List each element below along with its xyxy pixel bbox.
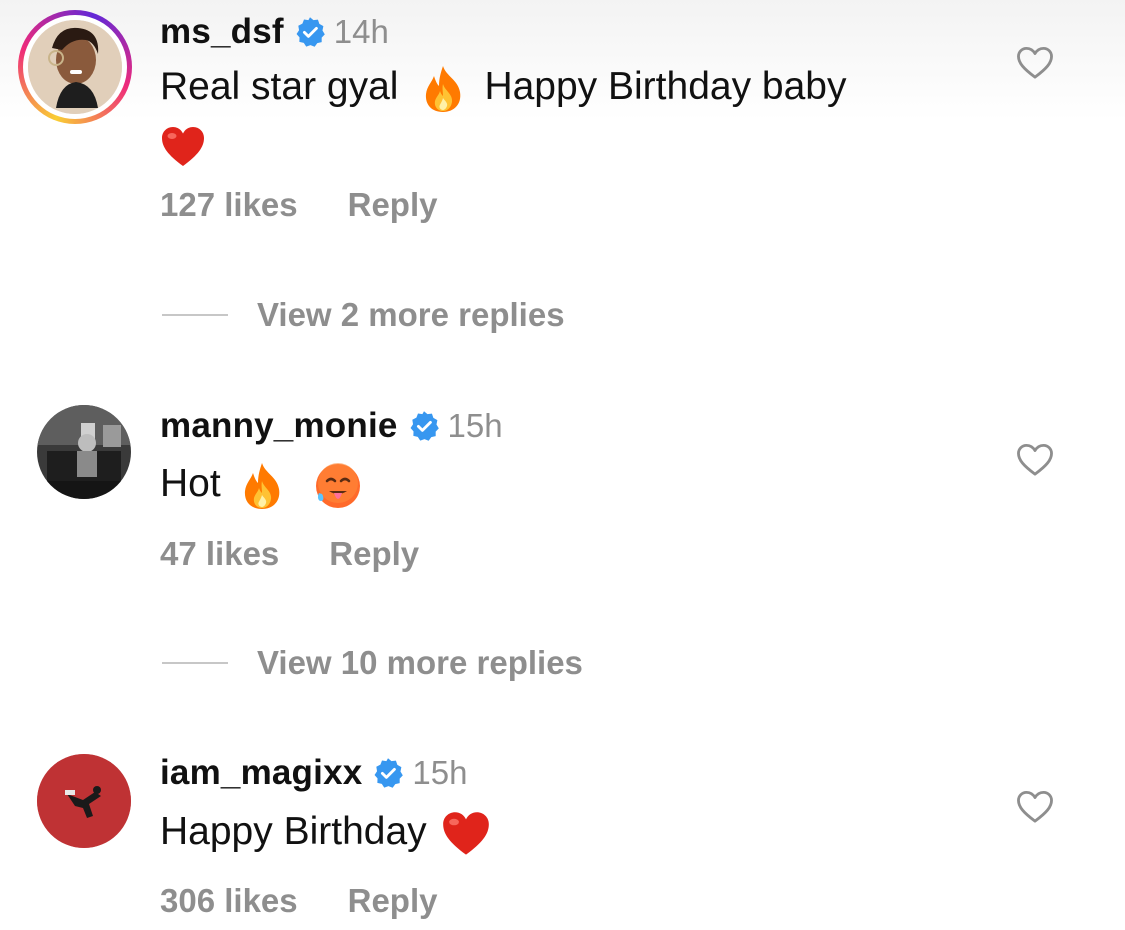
comment-text: Real star gyal Happy Birthday baby <box>160 58 960 174</box>
comment-username[interactable]: manny_monie <box>160 406 398 446</box>
view-more-label[interactable]: View 10 more replies <box>257 644 583 682</box>
comment-text-part: Real star gyal <box>160 65 399 108</box>
view-more-label[interactable]: View 2 more replies <box>257 296 565 334</box>
comment-text-part: Happy Birthday <box>160 810 427 853</box>
red-heart-emoji <box>441 809 491 859</box>
comment-username[interactable]: iam_magixx <box>160 753 362 793</box>
heart-outline-icon[interactable] <box>1016 46 1054 80</box>
reply-button[interactable]: Reply <box>348 186 438 224</box>
fire-emoji <box>239 461 285 511</box>
likes-count[interactable]: 306 likes <box>160 882 298 920</box>
hot-face-emoji <box>313 461 363 511</box>
comment-text: Happy Birthday <box>160 803 960 861</box>
verified-badge-icon <box>294 16 326 48</box>
divider-line <box>162 314 228 316</box>
avatar[interactable] <box>28 20 122 114</box>
reply-button[interactable]: Reply <box>348 882 438 920</box>
comment-time: 14h <box>333 13 389 50</box>
comment-username[interactable]: ms_dsf <box>160 12 284 52</box>
comment-text-part: Happy Birthday baby <box>484 65 847 108</box>
verified-badge-icon <box>372 757 404 789</box>
reply-button[interactable]: Reply <box>329 535 419 573</box>
comment-text: Hot <box>160 455 960 513</box>
comment-time: 15h <box>412 754 468 791</box>
verified-badge-icon <box>408 410 440 442</box>
likes-count[interactable]: 47 likes <box>160 535 279 573</box>
avatar-story-ring[interactable] <box>18 10 132 124</box>
likes-count[interactable]: 127 likes <box>160 186 298 224</box>
comment-time: 15h <box>447 407 503 444</box>
view-more-replies[interactable]: View 10 more replies <box>162 644 583 682</box>
view-more-replies[interactable]: View 2 more replies <box>162 296 565 334</box>
avatar[interactable] <box>37 405 131 499</box>
heart-outline-icon[interactable] <box>1016 790 1054 824</box>
heart-outline-icon[interactable] <box>1016 443 1054 477</box>
red-heart-emoji <box>160 122 206 172</box>
fire-emoji <box>420 64 466 114</box>
divider-line <box>162 662 228 664</box>
avatar[interactable] <box>37 754 131 848</box>
comment-text-part: Hot <box>160 462 221 505</box>
